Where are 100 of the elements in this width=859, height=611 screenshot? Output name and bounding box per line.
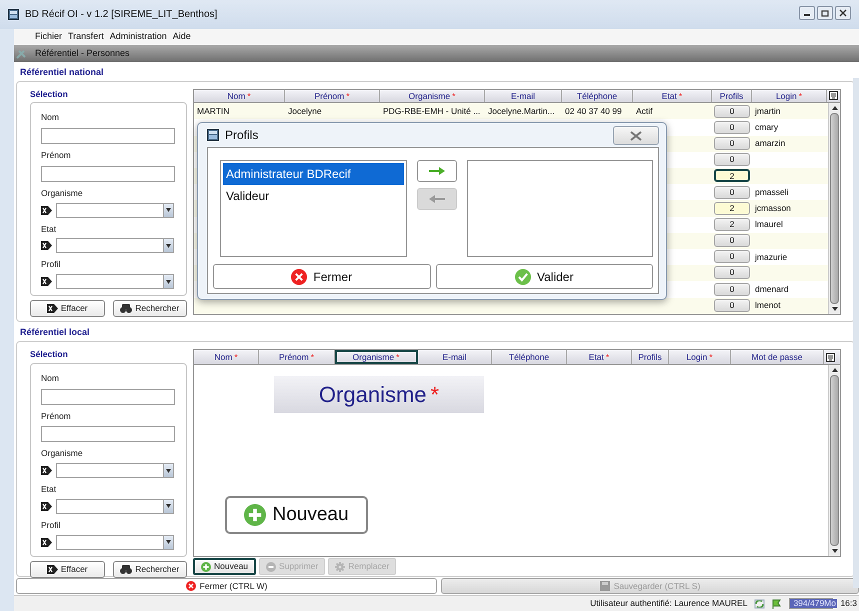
close-window-button[interactable]: Fermer (CTRL W) — [16, 578, 437, 594]
required-mark: * — [396, 350, 400, 364]
profile-count-button[interactable]: 0 — [714, 250, 750, 264]
field-label: Prénom — [41, 149, 72, 162]
scroll-down-icon[interactable] — [832, 549, 838, 553]
table-cell-text: Jocelyne.Martin... — [487, 104, 556, 118]
binoculars-icon — [120, 304, 132, 313]
flag-icon — [772, 598, 782, 608]
column-header[interactable]: Nom * — [194, 90, 285, 102]
profile-count-button[interactable]: 0 — [714, 136, 750, 150]
text-field[interactable] — [41, 388, 175, 404]
column-chooser-icon[interactable] — [828, 91, 838, 100]
text-field[interactable] — [41, 426, 175, 442]
menu-item[interactable]: Fichier — [34, 30, 64, 44]
clear-icon[interactable] — [41, 277, 52, 286]
close-icon — [630, 130, 642, 140]
column-header[interactable]: Nom * — [194, 350, 259, 364]
column-label: Nom — [214, 350, 232, 364]
column-header[interactable]: Profils — [712, 90, 752, 102]
text-field[interactable] — [41, 128, 175, 144]
app-icon — [8, 9, 19, 20]
column-header[interactable]: Profils — [632, 350, 669, 364]
new-button[interactable]: Nouveau — [225, 496, 368, 534]
combo-field[interactable] — [56, 238, 174, 254]
maximize-button[interactable] — [817, 6, 833, 20]
menu-item[interactable]: Administration — [108, 30, 168, 44]
column-label: Prénom — [278, 350, 309, 364]
profile-count-button[interactable]: 0 — [714, 120, 750, 134]
combo-field[interactable] — [56, 274, 174, 289]
clear-button[interactable]: Effacer — [30, 300, 104, 317]
column-header[interactable]: Login * — [752, 90, 827, 102]
combo-field[interactable] — [56, 498, 174, 514]
clear-icon[interactable] — [41, 502, 52, 511]
profile-count-button[interactable]: 0 — [714, 153, 750, 166]
column-header[interactable]: Organisme * — [380, 90, 485, 102]
clear-icon[interactable] — [41, 538, 52, 546]
profile-count-button[interactable]: 2 — [714, 218, 750, 231]
menu-item[interactable]: Aide — [172, 30, 192, 44]
list-item[interactable]: Administrateur BDRecif — [223, 163, 404, 185]
table-cell-text: lmenot — [754, 299, 782, 312]
close-button[interactable] — [835, 6, 851, 20]
dropdown-arrow-icon — [166, 244, 171, 248]
column-header[interactable]: Prénom * — [259, 350, 335, 364]
column-chooser-icon[interactable] — [826, 352, 834, 362]
column-header[interactable]: Etat * — [567, 350, 632, 364]
list-item[interactable]: Valideur — [223, 185, 404, 207]
scroll-down-icon[interactable] — [832, 306, 838, 311]
close-icon — [186, 581, 196, 591]
required-mark: * — [606, 350, 610, 364]
close-dialog-button[interactable]: Fermer — [213, 264, 430, 289]
profile-count-button[interactable]: 2 — [714, 202, 750, 215]
column-header[interactable]: E-mail — [485, 90, 562, 102]
column-header[interactable]: Etat * — [633, 90, 712, 102]
column-header[interactable]: Mot de passe — [731, 350, 824, 364]
minimize-button[interactable] — [799, 6, 815, 20]
profile-count-button[interactable]: 2 — [714, 168, 750, 182]
table-cell-text: Jocelyne — [287, 104, 323, 118]
column-header[interactable]: Téléphone — [492, 350, 567, 364]
column-header[interactable]: Login * — [669, 350, 731, 364]
clear-icon[interactable] — [41, 206, 52, 214]
clear-icon[interactable] — [41, 241, 52, 250]
combo-field[interactable] — [56, 463, 174, 478]
clear-icon — [46, 304, 58, 313]
new-button[interactable]: Nouveau — [193, 558, 256, 575]
close-icon — [291, 268, 308, 284]
profile-count-button[interactable]: 0 — [714, 298, 750, 312]
scrollbar[interactable] — [828, 103, 840, 314]
combo-field[interactable] — [56, 534, 174, 550]
profile-count-button[interactable]: 0 — [714, 186, 750, 199]
table-cell-text: amarzin — [754, 137, 786, 150]
combo-field[interactable] — [56, 202, 174, 218]
search-button[interactable]: Rechercher — [112, 560, 187, 578]
column-header[interactable]: E-mail — [418, 350, 492, 364]
column-header[interactable]: Organisme * — [335, 350, 418, 364]
scroll-up-icon[interactable] — [832, 368, 838, 372]
profile-count-button[interactable]: 0 — [714, 266, 750, 280]
plus-icon — [201, 562, 211, 572]
profile-count-button[interactable]: 0 — [714, 234, 750, 248]
profile-count-button[interactable]: 0 — [714, 282, 750, 296]
search-button[interactable]: Rechercher — [112, 300, 187, 317]
required-mark: * — [346, 90, 350, 102]
column-label: Profils — [720, 90, 744, 102]
profile-count-button[interactable]: 0 — [714, 104, 750, 118]
table-cell-text: pmasseli — [754, 186, 790, 199]
clear-icon[interactable] — [41, 466, 52, 475]
column-label: Téléphone — [508, 350, 550, 364]
text-field[interactable] — [41, 166, 175, 182]
add-button[interactable] — [417, 160, 456, 182]
clear-icon — [46, 564, 58, 574]
column-header[interactable]: Téléphone — [562, 90, 633, 102]
check-icon — [515, 268, 532, 284]
scrollbar[interactable] — [828, 365, 840, 556]
section-title: Référentiel national — [19, 66, 105, 79]
validate-button[interactable]: Valider — [436, 264, 653, 289]
scroll-up-icon[interactable] — [832, 106, 838, 110]
maximize-icon — [821, 10, 829, 16]
column-header[interactable]: Prénom * — [285, 90, 380, 102]
clear-button[interactable]: Effacer — [30, 560, 104, 578]
menu-item[interactable]: Transfert — [67, 30, 105, 44]
table-cell-text: jmartin — [754, 104, 782, 118]
